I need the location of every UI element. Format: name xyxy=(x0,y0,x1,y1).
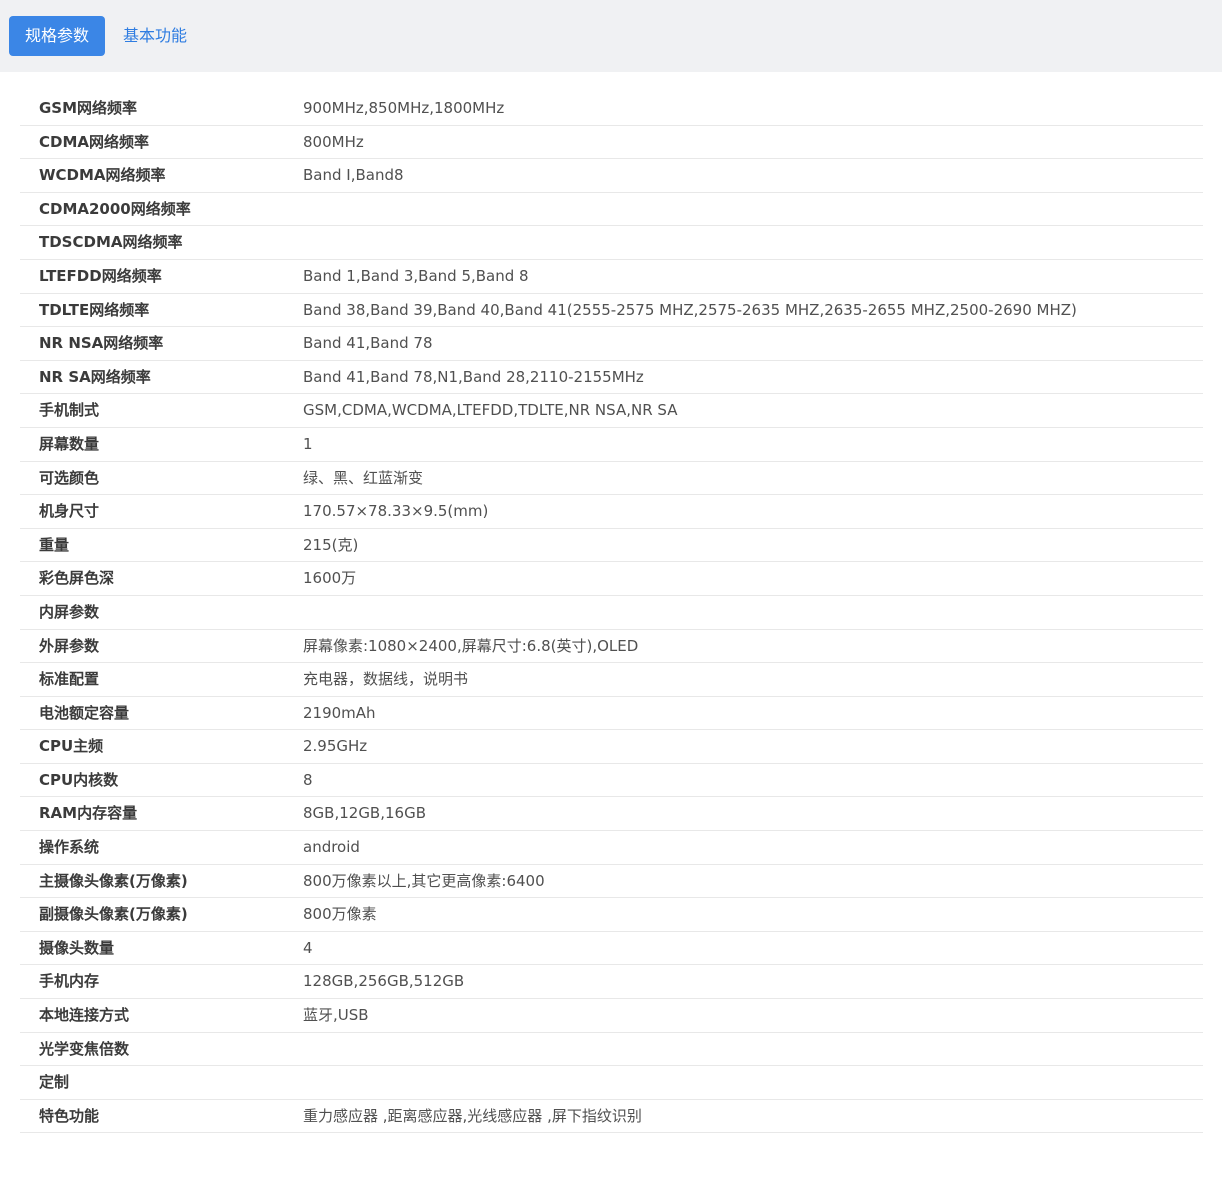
tab-specs[interactable]: 规格参数 xyxy=(9,16,105,56)
spec-row: 外屏参数 屏幕像素:1080×2400,屏幕尺寸:6.8(英寸),OLED xyxy=(20,630,1203,664)
spec-label: 手机制式 xyxy=(39,401,100,420)
spec-label: 定制 xyxy=(39,1073,70,1092)
spec-row: 副摄像头像素(万像素) 800万像素 xyxy=(20,898,1203,932)
spec-label: 重量 xyxy=(39,535,70,554)
spec-value: Band 38,Band 39,Band 40,Band 41(2555-257… xyxy=(303,300,1077,319)
spec-value: 800万像素以上,其它更高像素:6400 xyxy=(303,871,545,890)
spec-label: 可选颜色 xyxy=(39,468,100,487)
spec-label: NR SA网络频率 xyxy=(39,367,151,386)
spec-label: CDMA2000网络频率 xyxy=(39,199,191,218)
spec-label: 摄像头数量 xyxy=(39,938,115,957)
spec-label: 外屏参数 xyxy=(39,636,100,655)
spec-value: GSM,CDMA,WCDMA,LTEFDD,TDLTE,NR NSA,NR SA xyxy=(303,401,678,420)
spec-row: NR NSA网络频率 Band 41,Band 78 xyxy=(20,327,1203,361)
spec-row: 光学变焦倍数 xyxy=(20,1033,1203,1067)
spec-row: 标准配置 充电器，数据线，说明书 xyxy=(20,663,1203,697)
spec-row: 机身尺寸 170.57×78.33×9.5(mm) xyxy=(20,495,1203,529)
spec-value: 重力感应器 ,距离感应器,光线感应器 ,屏下指纹识别 xyxy=(303,1106,642,1125)
spec-row: CDMA网络频率 800MHz xyxy=(20,126,1203,160)
spec-row: CDMA2000网络频率 xyxy=(20,193,1203,227)
spec-row: GSM网络频率 900MHz,850MHz,1800MHz xyxy=(20,92,1203,126)
spec-value: 800万像素 xyxy=(303,905,377,924)
spec-row: 重量 215(克) xyxy=(20,529,1203,563)
spec-value: 4 xyxy=(303,938,313,957)
spec-label: GSM网络频率 xyxy=(39,99,138,117)
spec-label: 特色功能 xyxy=(39,1106,100,1125)
spec-row: 可选颜色 绿、黑、红蓝渐变 xyxy=(20,462,1203,496)
spec-value: Band 41,Band 78 xyxy=(303,334,433,353)
spec-row: 摄像头数量 4 xyxy=(20,932,1203,966)
spec-row: LTEFDD网络频率 Band 1,Band 3,Band 5,Band 8 xyxy=(20,260,1203,294)
spec-row: TDLTE网络频率 Band 38,Band 39,Band 40,Band 4… xyxy=(20,294,1203,328)
spec-row: 主摄像头像素(万像素) 800万像素以上,其它更高像素:6400 xyxy=(20,865,1203,899)
spec-value: Band 41,Band 78,N1,Band 28,2110-2155MHz xyxy=(303,367,644,386)
spec-label: CPU主频 xyxy=(39,737,104,756)
spec-value: 充电器，数据线，说明书 xyxy=(303,670,469,689)
spec-label: 操作系统 xyxy=(39,838,100,857)
spec-row: TDSCDMA网络频率 xyxy=(20,226,1203,260)
spec-value: 215(克) xyxy=(303,535,359,554)
spec-label: 内屏参数 xyxy=(39,602,100,621)
spec-label: 主摄像头像素(万像素) xyxy=(39,871,188,890)
spec-row: 手机内存 128GB,256GB,512GB xyxy=(20,965,1203,1000)
spec-value: 1 xyxy=(303,434,313,453)
spec-row: 特色功能 重力感应器 ,距离感应器,光线感应器 ,屏下指纹识别 xyxy=(20,1100,1203,1134)
spec-label: WCDMA网络频率 xyxy=(39,166,166,185)
spec-label: CDMA网络频率 xyxy=(39,132,149,151)
spec-value: 900MHz,850MHz,1800MHz xyxy=(303,99,505,117)
spec-row: 操作系统 android xyxy=(20,831,1203,865)
spec-value: Band 1,Band 3,Band 5,Band 8 xyxy=(303,266,529,285)
spec-value: 8GB,12GB,16GB xyxy=(303,804,426,823)
spec-row: RAM内存容量 8GB,12GB,16GB xyxy=(20,797,1203,832)
spec-value: 绿、黑、红蓝渐变 xyxy=(303,468,424,487)
spec-label: 机身尺寸 xyxy=(39,502,100,521)
spec-row: 屏幕数量 1 xyxy=(20,428,1203,462)
spec-row: 内屏参数 xyxy=(20,596,1203,630)
spec-row: CPU内核数 8 xyxy=(20,764,1203,798)
spec-value: 2190mAh xyxy=(303,703,376,722)
spec-row: 定制 xyxy=(20,1066,1203,1100)
spec-value: android xyxy=(303,838,360,857)
spec-label: CPU内核数 xyxy=(39,770,119,789)
spec-label: 手机内存 xyxy=(39,972,100,991)
spec-label: 屏幕数量 xyxy=(39,434,100,453)
tab-basic-features[interactable]: 基本功能 xyxy=(115,16,195,56)
spec-label: 电池额定容量 xyxy=(39,703,130,722)
spec-label: 副摄像头像素(万像素) xyxy=(39,905,188,924)
spec-label: 彩色屏色深 xyxy=(39,569,115,588)
spec-label: 光学变焦倍数 xyxy=(39,1039,130,1058)
spec-value: 8 xyxy=(303,770,313,789)
spec-label: 标准配置 xyxy=(39,670,100,689)
spec-row: 本地连接方式 蓝牙,USB xyxy=(20,999,1203,1033)
spec-value: 128GB,256GB,512GB xyxy=(303,972,465,991)
spec-row: 彩色屏色深 1600万 xyxy=(20,562,1203,596)
spec-label: LTEFDD网络频率 xyxy=(39,266,162,285)
spec-label: 本地连接方式 xyxy=(39,1006,130,1025)
spec-row: WCDMA网络频率 Band I,Band8 xyxy=(20,159,1203,193)
spec-row: 手机制式 GSM,CDMA,WCDMA,LTEFDD,TDLTE,NR NSA,… xyxy=(20,394,1203,428)
spec-value: 蓝牙,USB xyxy=(303,1006,369,1025)
spec-value: 800MHz xyxy=(303,132,364,151)
spec-row: CPU主频 2.95GHz xyxy=(20,730,1203,764)
spec-label: TDSCDMA网络频率 xyxy=(39,233,183,252)
spec-label: RAM内存容量 xyxy=(39,804,138,823)
spec-label: TDLTE网络频率 xyxy=(39,300,150,319)
spec-value: 2.95GHz xyxy=(303,737,368,756)
spec-value: 屏幕像素:1080×2400,屏幕尺寸:6.8(英寸),OLED xyxy=(303,636,639,655)
spec-row: 电池额定容量 2190mAh xyxy=(20,697,1203,731)
spec-row: NR SA网络频率 Band 41,Band 78,N1,Band 28,211… xyxy=(20,361,1203,395)
spec-table: GSM网络频率 900MHz,850MHz,1800MHz CDMA网络频率 8… xyxy=(20,92,1203,1134)
spec-value: 170.57×78.33×9.5(mm) xyxy=(303,502,489,521)
spec-label: NR NSA网络频率 xyxy=(39,334,164,353)
spec-value: 1600万 xyxy=(303,569,357,588)
spec-value: Band I,Band8 xyxy=(303,166,404,185)
tab-bar: 规格参数 基本功能 xyxy=(0,0,1222,72)
